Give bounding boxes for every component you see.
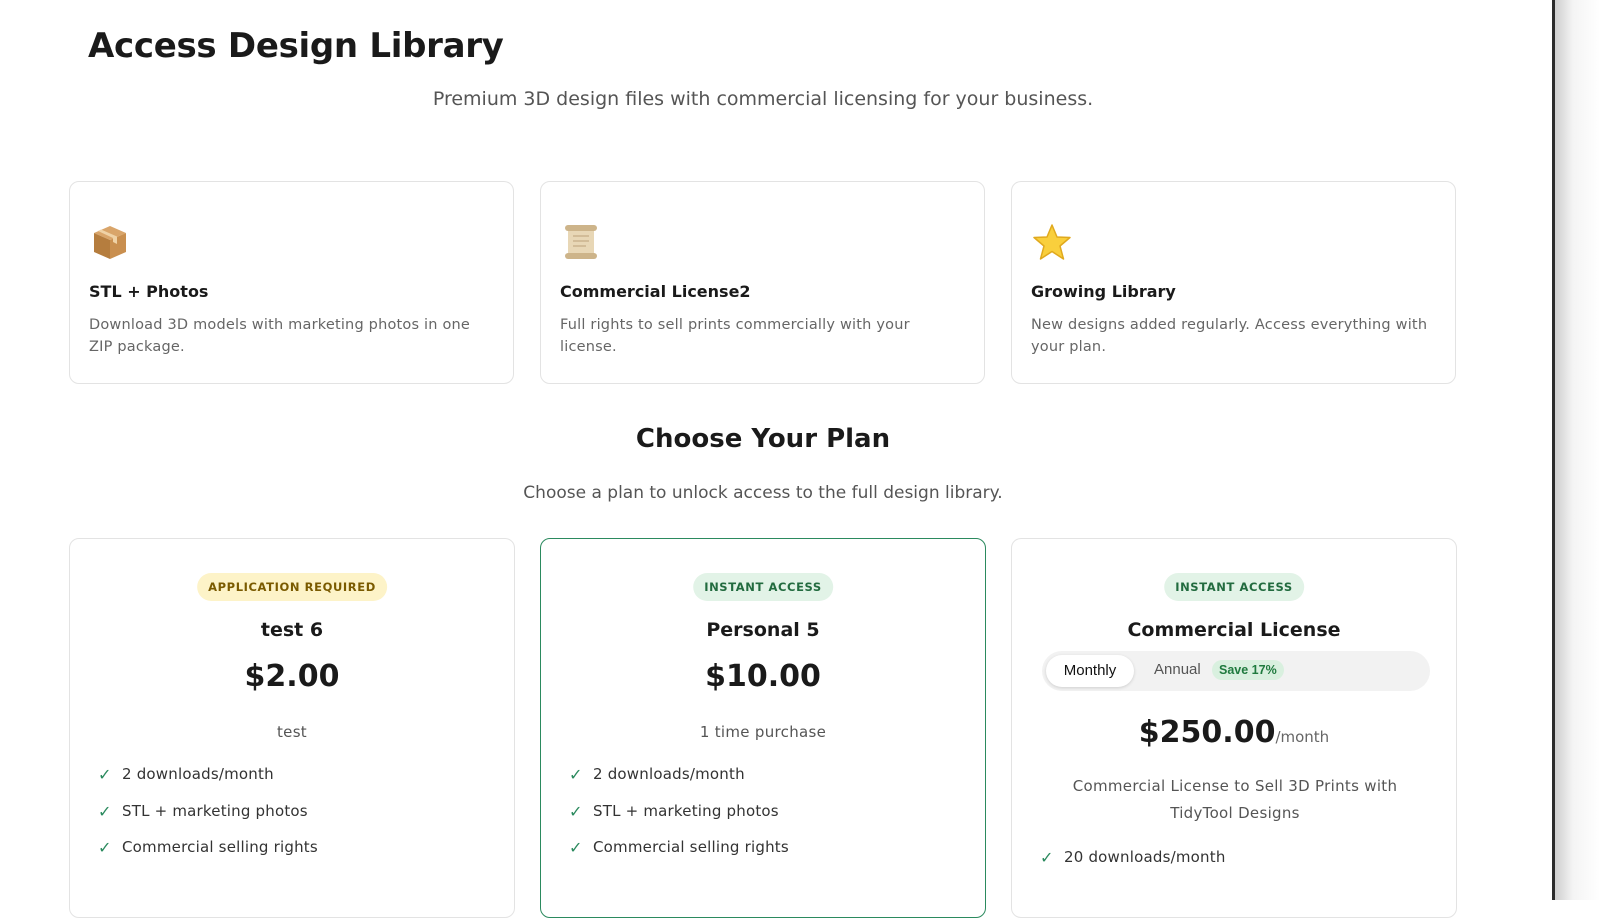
star-icon bbox=[1033, 224, 1071, 260]
billing-period-toggle: Monthly Annual Save 17% bbox=[1042, 651, 1430, 691]
check-icon: ✓ bbox=[1040, 848, 1054, 867]
price-period: /month bbox=[1275, 728, 1330, 746]
plan-feature-list: ✓ 2 downloads/month ✓ STL + marketing phot… bbox=[98, 765, 318, 875]
plan-feature-list: ✓ 20 downloads/month bbox=[1040, 848, 1226, 885]
plan-price: $10.00 bbox=[705, 659, 821, 694]
check-icon: ✓ bbox=[569, 801, 583, 821]
plan-feature-text: 2 downloads/month bbox=[122, 765, 274, 783]
plan-feature-item: ✓ Commercial selling rights bbox=[98, 838, 318, 875]
plan-name: Commercial License bbox=[1127, 619, 1341, 641]
plan-feature-text: 2 downloads/month bbox=[593, 765, 745, 783]
plan-feature-text: Commercial selling rights bbox=[593, 838, 789, 856]
feature-title: Commercial License2 bbox=[560, 282, 751, 301]
plan-price: $2.00 bbox=[244, 659, 340, 694]
plan-feature-item: ✓ STL + marketing photos bbox=[98, 802, 318, 839]
plan-feature-text: STL + marketing photos bbox=[122, 801, 308, 820]
application-required-badge: APPLICATION REQUIRED bbox=[197, 573, 387, 601]
feature-card-stl-photos: STL + Photos Download 3D models with mar… bbox=[69, 181, 514, 384]
instant-access-badge: INSTANT ACCESS bbox=[1164, 573, 1304, 601]
plan-feature-text: Commercial selling rights bbox=[122, 838, 318, 856]
plan-card-commercial-license[interactable]: INSTANT ACCESS Commercial License Monthl… bbox=[1011, 538, 1457, 918]
window-shadow bbox=[1555, 0, 1600, 900]
plan-description: Commercial License to Sell 3D Prints wit… bbox=[1072, 777, 1398, 822]
check-icon: ✓ bbox=[98, 801, 112, 821]
plan-feature-item: ✓ 2 downloads/month bbox=[98, 765, 318, 802]
instant-access-badge: INSTANT ACCESS bbox=[693, 573, 833, 601]
plan-description: 1 time purchase bbox=[699, 723, 827, 741]
save-percentage-badge: Save 17% bbox=[1212, 660, 1284, 680]
package-icon bbox=[94, 226, 126, 259]
check-icon: ✓ bbox=[569, 838, 583, 857]
price-amount: $250.00 bbox=[1138, 715, 1276, 750]
plan-price: $250.00/month bbox=[1012, 715, 1456, 750]
feature-description: Full rights to sell prints commercially … bbox=[560, 317, 910, 355]
plan-feature-item: ✓ 2 downloads/month bbox=[569, 765, 789, 802]
plans-section-subtitle: Choose a plan to unlock access to the fu… bbox=[523, 483, 1003, 503]
billing-monthly-option[interactable]: Monthly bbox=[1046, 655, 1134, 687]
check-icon: ✓ bbox=[569, 765, 583, 784]
plan-feature-item: ✓ 20 downloads/month bbox=[1040, 848, 1226, 885]
check-icon: ✓ bbox=[98, 765, 112, 784]
check-icon: ✓ bbox=[98, 838, 112, 857]
plan-card-test-6[interactable]: APPLICATION REQUIRED test 6 $2.00 test ✓… bbox=[69, 538, 515, 918]
plan-name: test 6 bbox=[260, 619, 324, 641]
feature-card-growing-library: Growing Library New designs added regula… bbox=[1011, 181, 1456, 384]
feature-title: Growing Library bbox=[1031, 282, 1176, 301]
plan-feature-item: ✓ STL + marketing photos bbox=[569, 802, 789, 839]
billing-annual-option[interactable]: Annual bbox=[1154, 651, 1201, 691]
plan-name: Personal 5 bbox=[706, 619, 820, 641]
feature-card-commercial-license: Commercial License2 Full rights to sell … bbox=[540, 181, 985, 384]
scroll-icon bbox=[565, 225, 597, 259]
feature-description: New designs added regularly. Access ever… bbox=[1031, 317, 1428, 355]
plan-feature-text: STL + marketing photos bbox=[593, 801, 779, 820]
feature-description: Download 3D models with marketing photos… bbox=[89, 317, 471, 355]
plans-section-title: Choose Your Plan bbox=[635, 424, 891, 454]
plan-description: test bbox=[276, 723, 307, 741]
plan-feature-item: ✓ Commercial selling rights bbox=[569, 838, 789, 875]
page-subtitle: Premium 3D design files with commercial … bbox=[432, 88, 1094, 110]
page: Access Design Library Premium 3D design … bbox=[0, 0, 1552, 918]
plan-feature-text: 20 downloads/month bbox=[1064, 848, 1226, 866]
feature-title: STL + Photos bbox=[89, 282, 209, 301]
plan-card-personal-5[interactable]: INSTANT ACCESS Personal 5 $10.00 1 time … bbox=[540, 538, 986, 918]
page-title: Access Design Library bbox=[88, 26, 504, 66]
plan-feature-list: ✓ 2 downloads/month ✓ STL + marketing phot… bbox=[569, 765, 789, 875]
